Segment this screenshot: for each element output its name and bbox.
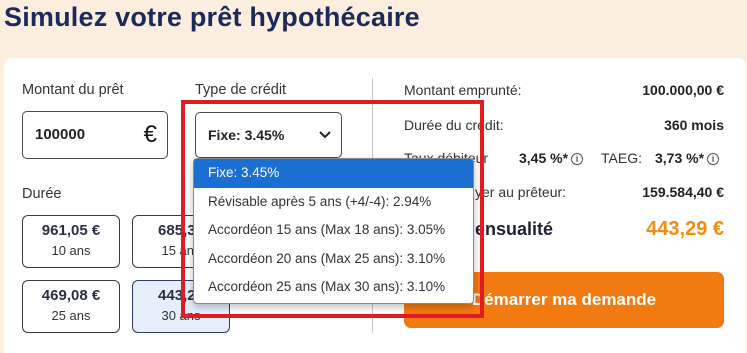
taeg-label: TAEG:: [601, 150, 642, 166]
info-icon[interactable]: i: [707, 153, 720, 166]
credit-type-label: Type de crédit: [195, 82, 287, 98]
total-value: 159.584,40 €: [642, 184, 724, 200]
credit-type-option[interactable]: Révisable après 5 ans (+4/-4): 2.94%: [194, 188, 473, 217]
total-label: yer au prêteur:: [475, 184, 567, 200]
monthly-label: ensualité: [475, 219, 554, 239]
credit-type-option[interactable]: Accordéon 20 ans (Max 25 ans): 3.10%: [194, 245, 473, 274]
duration-years: 25 ans: [51, 308, 91, 323]
credit-type-value: Fixe: 3.45%: [208, 127, 285, 143]
page-title: Simulez votre prêt hypothécaire: [4, 2, 420, 32]
borrowed-label: Montant emprunté:: [404, 82, 522, 98]
duration-amount: 469,08 €: [41, 287, 101, 304]
duration-option-10-ans[interactable]: 961,05 € 10 ans: [22, 215, 120, 268]
taeg-row: 3,73 %* i: [655, 150, 720, 166]
duration-label: Durée: [22, 186, 62, 202]
duration-option-25-ans[interactable]: 469,08 € 25 ans: [22, 280, 120, 333]
credit-type-dropdown: Fixe: 3.45% Révisable après 5 ans (+4/-4…: [193, 158, 474, 304]
rate-value: 3,45 %*: [519, 150, 569, 166]
credit-type-select[interactable]: Fixe: 3.45%: [195, 112, 342, 158]
duration-years: 30 ans: [161, 308, 201, 323]
credit-type-option[interactable]: Fixe: 3.45%: [194, 159, 473, 188]
duration-years: 10 ans: [51, 243, 91, 258]
info-icon[interactable]: i: [571, 153, 584, 166]
duration-credit-value: 360 mois: [664, 117, 724, 133]
rate-row: 3,45 %* i: [519, 150, 584, 166]
chevron-down-icon: [318, 126, 332, 149]
credit-type-option[interactable]: Accordéon 15 ans (Max 18 ans): 3.05%: [194, 216, 473, 245]
taeg-value: 3,73 %*: [655, 150, 705, 166]
monthly-value: 443,29 €: [646, 218, 724, 240]
euro-icon: €: [143, 121, 157, 148]
amount-value: 100000: [35, 126, 86, 143]
duration-amount: 961,05 €: [41, 222, 101, 239]
borrowed-value: 100.000,00 €: [642, 82, 724, 98]
amount-label: Montant du prêt: [22, 82, 124, 98]
duration-credit-label: Durée du crédit:: [404, 117, 504, 133]
credit-type-option[interactable]: Accordéon 25 ans (Max 30 ans): 3.10%: [194, 273, 473, 302]
amount-input[interactable]: 100000 €: [22, 111, 168, 159]
